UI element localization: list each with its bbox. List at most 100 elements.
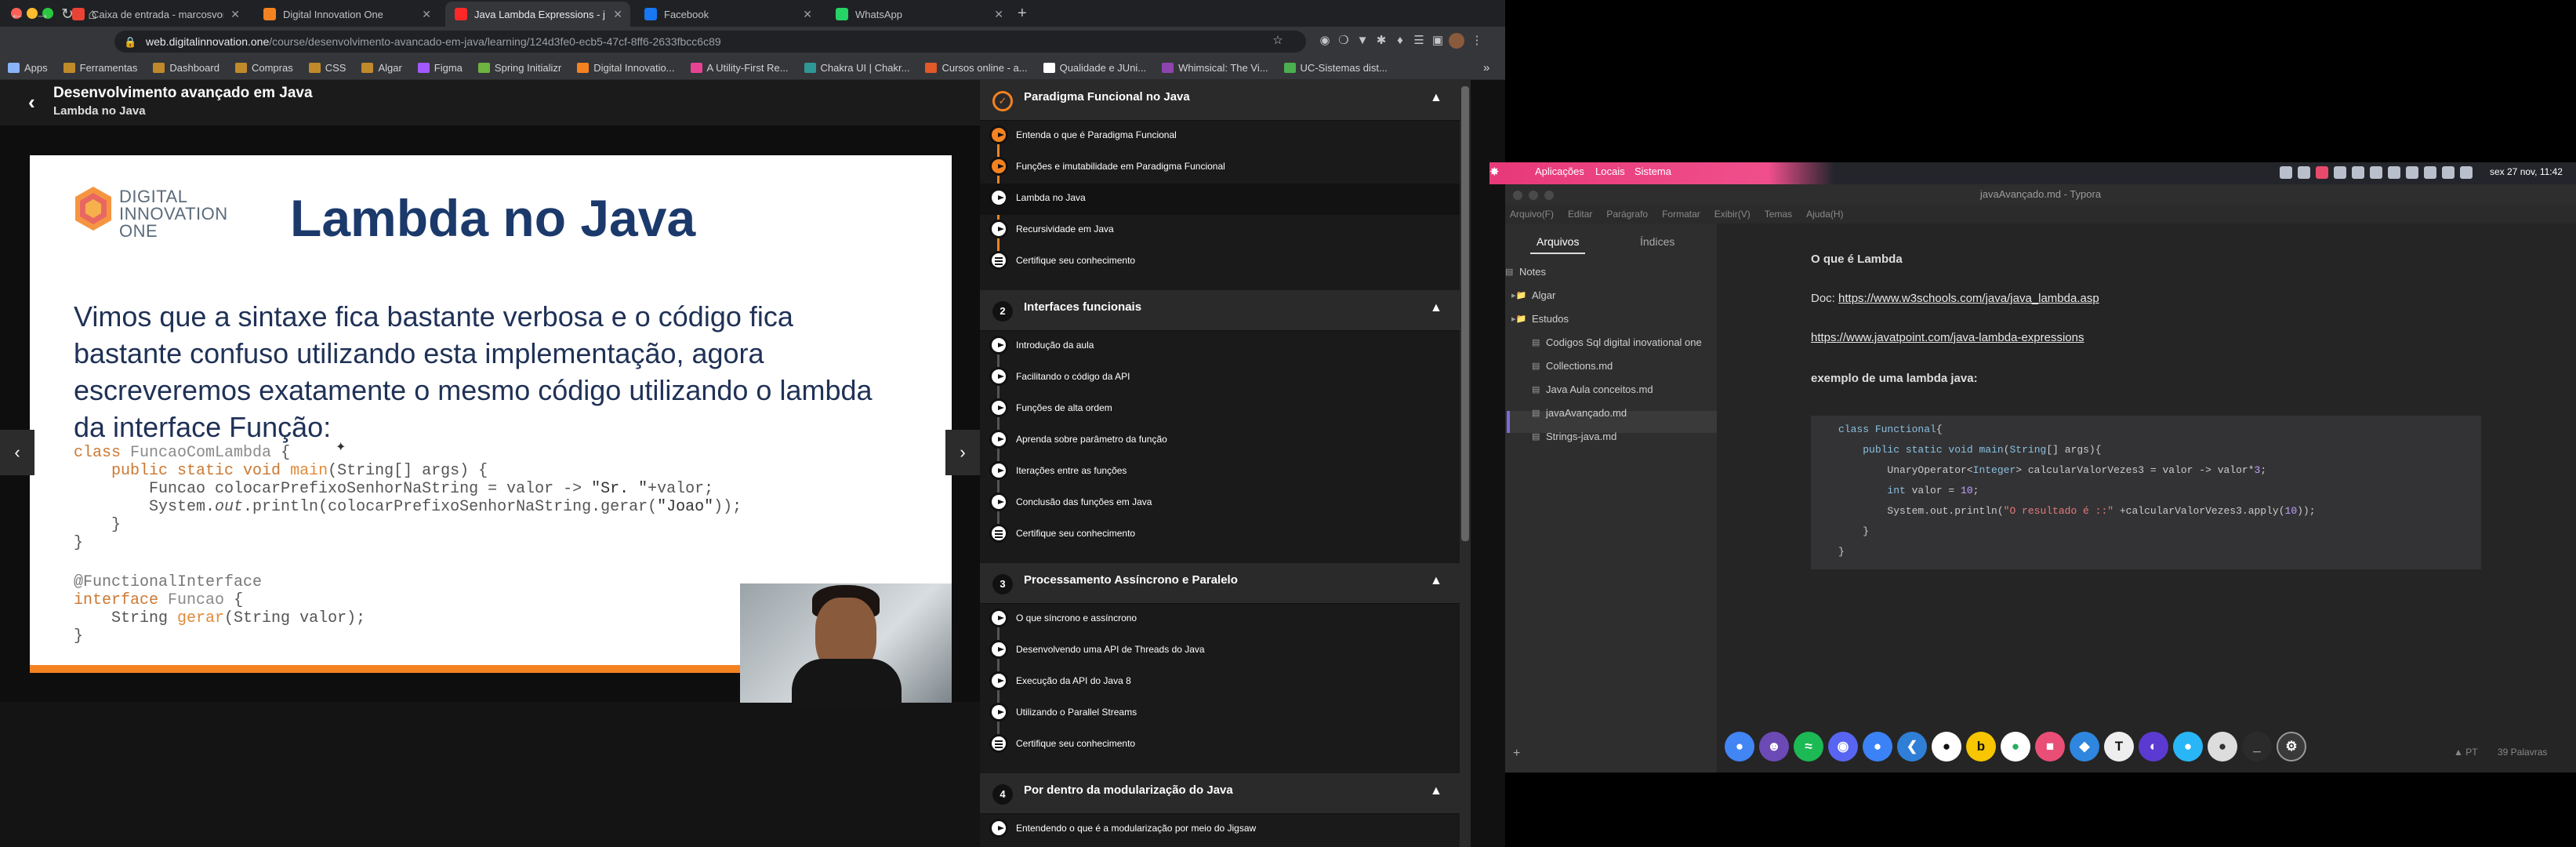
scrollbar-thumb[interactable] [1461, 86, 1469, 541]
play-lesson-icon[interactable] [989, 430, 1008, 449]
bookmark-item[interactable]: Digital Innovatio... [577, 62, 675, 74]
panel-clock[interactable]: sex 27 nov, 11:42 [2490, 166, 2563, 177]
app-menu-icon[interactable]: ✸ [1489, 165, 1500, 179]
app-icon[interactable]: ● [2208, 732, 2237, 762]
bookmark-item[interactable]: Spring Initializr [477, 62, 561, 74]
play-lesson-icon[interactable] [989, 493, 1008, 511]
lesson-item[interactable]: Certifique seu conhecimento [1016, 528, 1135, 539]
bookmark-item[interactable]: Dashboard [153, 62, 220, 74]
close-tab-icon[interactable]: ✕ [994, 8, 1003, 21]
lesson-item[interactable]: Certifique seu conhecimento [1016, 255, 1135, 266]
maximize-window-button[interactable] [1544, 191, 1554, 200]
typora-menu-item[interactable]: Editar [1568, 209, 1592, 220]
spotify-icon[interactable]: ≈ [1794, 732, 1823, 762]
reading-list-icon[interactable]: ☰ [1411, 33, 1427, 49]
next-slide-button[interactable]: › [945, 430, 980, 475]
lesson-item[interactable]: Recursividade em Java [1016, 224, 1114, 234]
shield-icon[interactable] [2424, 166, 2436, 179]
lesson-item[interactable]: Iterações entre as funções [1016, 465, 1127, 476]
file-tree-item[interactable]: Notes [1519, 266, 1546, 278]
bluetooth-icon[interactable] [2388, 166, 2400, 179]
certificate-icon[interactable] [989, 734, 1008, 753]
vpn-extension-icon[interactable]: ▼ [1355, 33, 1370, 49]
certificate-icon[interactable] [989, 524, 1008, 543]
file-tree-item[interactable]: Strings-java.md [1546, 431, 1616, 442]
lesson-item[interactable]: Funções de alta ordem [1016, 402, 1112, 413]
vscode-icon[interactable]: ❮ [1897, 732, 1927, 762]
forward-arrow-icon[interactable]: → [31, 4, 53, 26]
close-tab-icon[interactable]: ✕ [230, 8, 240, 21]
discord-icon[interactable] [2298, 166, 2310, 179]
file-tree-item[interactable]: Estudos [1532, 313, 1569, 325]
bookmark-item[interactable]: Qualidade e JUni... [1043, 62, 1146, 74]
play-lesson-icon[interactable] [989, 640, 1008, 659]
settings-gear-icon[interactable]: ⚙ [2277, 732, 2306, 762]
play-lesson-icon[interactable] [989, 336, 1008, 354]
tab-search-icon[interactable]: ▣ [1430, 33, 1446, 49]
tab-index[interactable]: Índices [1640, 235, 1674, 248]
typora-menu-item[interactable]: Arquivo(F) [1510, 209, 1554, 220]
bookmark-item[interactable]: Whimsical: The Vi... [1162, 62, 1268, 74]
typora-menu-item[interactable]: Formatar [1662, 209, 1700, 220]
bookmark-star-icon[interactable]: ☆ [1270, 33, 1286, 49]
lesson-item[interactable]: Entendendo o que é a modularização por m… [1016, 823, 1256, 834]
typora-menu-item[interactable]: Parágrafo [1606, 209, 1648, 220]
extension-icon[interactable]: ◉ [1317, 33, 1333, 49]
play-lesson-icon[interactable] [989, 671, 1008, 690]
close-tab-icon[interactable]: ✕ [803, 8, 812, 21]
extension-icon[interactable]: ✱ [1373, 33, 1389, 49]
terminal-icon[interactable]: _ [2242, 732, 2272, 762]
app-icon[interactable] [2370, 166, 2382, 179]
bookmark-item[interactable]: Algar [361, 62, 402, 74]
lesson-item[interactable]: Funções e imutabilidade em Paradigma Fun… [1016, 161, 1225, 172]
bookmark-item[interactable]: Figma [417, 62, 463, 74]
menu-system[interactable]: Sistema [1634, 165, 1671, 177]
lesson-item[interactable]: Utilizando o Parallel Streams [1016, 707, 1137, 718]
play-lesson-icon[interactable] [989, 703, 1008, 722]
bookmark-item[interactable]: CSS [308, 62, 346, 74]
minimize-window-button[interactable] [1529, 191, 1538, 200]
back-arrow-icon[interactable]: ← [6, 4, 28, 26]
lesson-item[interactable]: Aprenda sobre parâmetro da função [1016, 434, 1167, 445]
bookmark-item[interactable]: Apps [8, 62, 48, 74]
virtualbox-icon[interactable]: ◆ [2070, 732, 2099, 762]
chevron-up-icon[interactable]: ▲ [1430, 91, 1442, 105]
play-lesson-icon[interactable] [989, 819, 1008, 838]
lesson-item[interactable]: Introdução da aula [1016, 340, 1094, 351]
tab-files[interactable]: Arquivos [1537, 235, 1579, 248]
bookmarks-overflow-button[interactable]: » [1483, 61, 1489, 75]
github-icon[interactable]: ● [1932, 732, 1961, 762]
play-lesson-icon[interactable] [989, 188, 1008, 207]
browser-tab[interactable]: Facebook ✕ [635, 2, 820, 27]
bookmark-item[interactable]: UC-Sistemas dist... [1283, 62, 1388, 74]
bookmark-item[interactable]: A Utility-First Re... [690, 62, 789, 74]
lesson-item[interactable]: Certifique seu conhecimento [1016, 738, 1135, 749]
play-lesson-icon[interactable] [989, 220, 1008, 238]
play-lesson-icon[interactable] [989, 398, 1008, 417]
language-indicator[interactable]: ▲ PT [2454, 747, 2478, 758]
image-icon[interactable] [2352, 166, 2364, 179]
close-tab-icon[interactable]: ✕ [613, 8, 622, 21]
doc-link-w3schools[interactable]: https://www.w3schools.com/java/java_lamb… [1838, 292, 2099, 305]
extension-icon[interactable]: ❍ [1336, 33, 1351, 49]
previous-slide-button[interactable]: ‹ [0, 430, 34, 475]
chevron-up-icon[interactable]: ▲ [1430, 301, 1442, 315]
steam-icon[interactable] [2334, 166, 2346, 179]
file-tree-item[interactable]: javaAvançado.md [1546, 407, 1627, 419]
typora-icon[interactable]: T [2104, 732, 2134, 762]
lesson-item[interactable]: O que síncrono e assíncrono [1016, 613, 1137, 623]
play-lesson-icon[interactable] [989, 125, 1008, 144]
eclipse-icon[interactable]: ◐ [2139, 732, 2168, 762]
jetbrains-icon[interactable]: ■ [2035, 732, 2065, 762]
doc-link-javatpoint[interactable]: https://www.javatpoint.com/java-lambda-e… [1811, 331, 2084, 344]
file-tree-item[interactable]: Java Aula conceitos.md [1546, 384, 1653, 395]
reload-icon[interactable]: ↻ [56, 4, 78, 26]
menu-applications[interactable]: Aplicações [1535, 165, 1584, 177]
lesson-item[interactable]: Execução da API do Java 8 [1016, 675, 1131, 686]
browser-tab[interactable]: Java Lambda Expressions - j... ✕ [445, 2, 630, 27]
word-count[interactable]: 39 Palavras [2498, 747, 2547, 758]
add-file-button[interactable]: + [1513, 747, 1520, 761]
play-lesson-icon[interactable] [989, 157, 1008, 176]
discord-icon[interactable]: ◉ [1828, 732, 1858, 762]
chevron-up-icon[interactable]: ▲ [1430, 784, 1442, 798]
